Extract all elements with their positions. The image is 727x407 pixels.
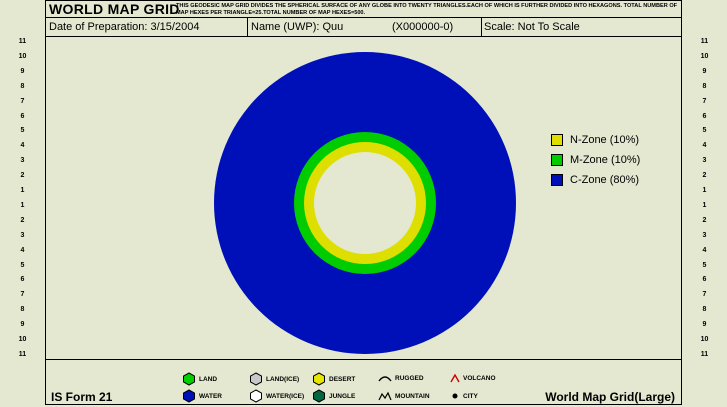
scale-tick: 2: [20, 216, 25, 224]
scale-tick: 7: [702, 291, 707, 299]
legend-water: Water: [182, 389, 222, 403]
scale-tick: 5: [20, 261, 25, 269]
scale-tick: 7: [20, 291, 25, 299]
form-description: This geodesic map grid divides the spher…: [176, 3, 678, 16]
hex-land-icon: [183, 372, 195, 386]
scale-tick: 3: [20, 231, 25, 239]
scale-info: Scale: Not To Scale: [481, 18, 580, 36]
scale-tick: 6: [702, 276, 707, 284]
scale-tick: 1: [702, 201, 707, 209]
zone-label: C-Zone (80%): [570, 174, 640, 186]
scale-tick: 5: [702, 261, 707, 269]
city-icon: [452, 393, 458, 399]
scale-tick: 8: [20, 82, 25, 90]
form-name: IS Form 21: [51, 390, 113, 404]
scale-tick: 1: [20, 187, 25, 195]
scale-tick: 10: [18, 52, 27, 60]
scale-tick: 9: [702, 321, 707, 329]
zone-legend-item: M-Zone (10%): [551, 150, 640, 170]
zone-legend-item: N-Zone (10%): [551, 130, 640, 150]
scale-tick: 1: [702, 187, 707, 195]
hex-water-icon: [183, 389, 195, 403]
scale-tick: 9: [20, 67, 25, 75]
legend-land: Land: [182, 372, 217, 386]
scale-tick: 7: [20, 97, 25, 105]
scale-tick: 5: [20, 127, 25, 135]
scale-tick: 8: [702, 82, 707, 90]
mountain-icon: [378, 391, 392, 401]
scale-tick: 9: [702, 67, 707, 75]
scale-tick: 3: [20, 157, 25, 165]
form-title: WORLD MAP GRID: [49, 1, 180, 17]
scale-tick: 11: [700, 351, 709, 358]
left-scale: 11 10 9 8 7 6 5 4 3 2 1 1 2 3 4 5 6 7 8 9 10 11: [0, 36, 45, 359]
legend-city: City: [450, 391, 478, 401]
hex-water-ice-icon: [250, 389, 262, 403]
scale-tick: 2: [20, 172, 25, 180]
zone-legend-item: C-Zone (80%): [551, 170, 640, 190]
form-footer: Land Water Land(Ice) Water(Ice) Desert J…: [46, 360, 681, 406]
grid-name: World Map Grid(Large): [545, 390, 675, 404]
scale-tick: 7: [702, 97, 707, 105]
zone-label: N-Zone (10%): [570, 134, 640, 146]
scale-tick: 5: [702, 127, 707, 135]
legend-land-ice: Land(Ice): [249, 372, 299, 386]
date-of-preparation: Date of Preparation: 3/15/2004: [49, 21, 200, 33]
m-zone-swatch: [551, 154, 563, 166]
rugged-icon: [378, 376, 392, 382]
legend-jungle: Jungle: [312, 389, 355, 403]
c-zone-swatch: [551, 174, 563, 186]
scale-tick: 9: [20, 321, 25, 329]
scale-tick: 1: [20, 201, 25, 209]
legend-volcano: Volcano: [450, 373, 496, 383]
scale-tick: 3: [702, 157, 707, 165]
scale-tick: 6: [702, 112, 707, 120]
scale-tick: 10: [700, 52, 709, 60]
map-area: N-Zone (10%) M-Zone (10%) C-Zone (80%): [46, 37, 681, 360]
scale-tick: 2: [702, 216, 707, 224]
zone-legend: N-Zone (10%) M-Zone (10%) C-Zone (80%): [551, 130, 640, 190]
hex-land-ice-icon: [250, 372, 262, 386]
form-header: WORLD MAP GRID This geodesic map grid di…: [46, 1, 681, 18]
hex-desert-icon: [313, 372, 325, 386]
zone-diagram: [214, 52, 516, 354]
scale-tick: 11: [18, 351, 27, 358]
legend-mountain: Mountain: [378, 391, 430, 401]
scale-tick: 6: [20, 112, 25, 120]
uwp-code: (X000000-0): [392, 21, 454, 33]
scale-tick: 10: [700, 336, 709, 344]
map-form: WORLD MAP GRID This geodesic map grid di…: [45, 0, 682, 405]
legend-rugged: Rugged: [378, 373, 424, 383]
zone-label: M-Zone (10%): [570, 154, 641, 166]
legend-water-ice: Water(Ice): [249, 389, 304, 403]
n-zone-swatch: [551, 134, 563, 146]
legend-desert: Desert: [312, 372, 355, 386]
scale-tick: 4: [20, 142, 25, 150]
scale-tick: 6: [20, 276, 25, 284]
scale-tick: 2: [702, 172, 707, 180]
volcano-icon: [450, 373, 460, 383]
scale-tick: 4: [20, 246, 25, 254]
scale-tick: 11: [18, 38, 27, 45]
info-row: Date of Preparation: 3/15/2004 Name (UWP…: [46, 18, 681, 37]
scale-tick: 4: [702, 142, 707, 150]
inner-core: [314, 152, 416, 254]
scale-tick: 4: [702, 246, 707, 254]
right-scale: 11 10 9 8 7 6 5 4 3 2 1 1 2 3 4 5 6 7 8 9 10 11: [682, 36, 727, 359]
scale-tick: 8: [20, 306, 25, 314]
scale-tick: 10: [18, 336, 27, 344]
world-name: Name (UWP): Quu: [247, 18, 343, 36]
scale-tick: 3: [702, 231, 707, 239]
scale-tick: 8: [702, 306, 707, 314]
hex-jungle-icon: [313, 389, 325, 403]
scale-tick: 11: [700, 38, 709, 45]
